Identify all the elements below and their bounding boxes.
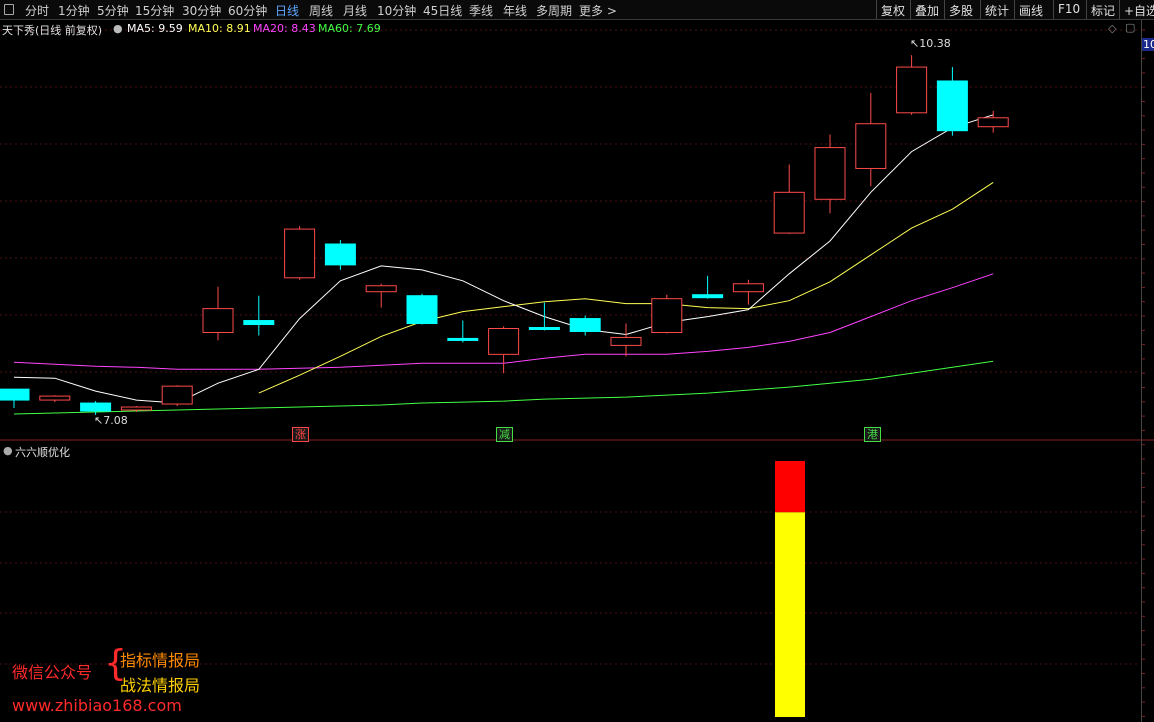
event-tag-zhang[interactable]: 涨 — [292, 427, 309, 442]
candle-body-10 — [406, 295, 438, 325]
candle-body-21 — [855, 123, 887, 169]
candle-body-19 — [773, 191, 805, 234]
candle-body-6 — [243, 320, 275, 326]
candle-body-22 — [896, 66, 928, 114]
event-tag-gang[interactable]: 港 — [864, 427, 881, 442]
candle-body-7 — [284, 228, 316, 279]
candle-body-15 — [610, 336, 642, 346]
indicator-bar-red — [775, 461, 805, 513]
watermark-line2: 指标情报局 — [120, 651, 201, 670]
candle-body-9 — [365, 285, 397, 293]
candle-body-17 — [692, 294, 724, 299]
indicator-title: 六六顺优化 — [15, 446, 70, 459]
chart-canvas[interactable] — [0, 0, 1154, 722]
event-tag-jian[interactable]: 减 — [496, 427, 513, 442]
ma5-label: MA5: 9.59 — [127, 22, 183, 35]
candle-body-4 — [161, 385, 193, 405]
candle-body-23 — [936, 80, 968, 132]
candle-body-5 — [202, 308, 234, 333]
candle-body-1 — [39, 395, 71, 401]
indicator-bar-yellow — [775, 512, 805, 717]
watermark-wechat: 微信公众号 — [12, 663, 93, 682]
candle-body-13 — [528, 327, 560, 331]
ma10-label: MA10: 8.91 — [188, 22, 251, 35]
low-price-label: ↖7.08 — [94, 414, 128, 427]
candle-body-3 — [120, 406, 152, 411]
candle-body-11 — [447, 337, 479, 341]
watermark-url[interactable]: www.zhibiao168.com — [12, 696, 182, 715]
ma20-label: MA20: 8.43 — [253, 22, 316, 35]
candle-body-18 — [732, 283, 764, 293]
sub-panel-toggle-icon[interactable]: ● — [3, 444, 13, 457]
stock-title: 天下秀(日线 前复权) — [2, 24, 103, 37]
right-price-axis — [1141, 20, 1154, 722]
candle-body-16 — [651, 298, 683, 333]
watermark-line3: 战法情报局 — [120, 676, 201, 695]
candle-body-20 — [814, 147, 846, 200]
ma60-label: MA60: 7.69 — [318, 22, 381, 35]
candle-body-0 — [0, 388, 30, 401]
candle-body-14 — [569, 318, 601, 332]
candle-body-2 — [80, 402, 112, 412]
window-icon[interactable]: ▢ — [1125, 21, 1135, 34]
diamond-icon[interactable]: ◇ — [1108, 22, 1116, 35]
ma-toggle-icon[interactable]: ● — [113, 22, 123, 35]
high-price-label: ↖10.38 — [910, 37, 951, 50]
candle-body-12 — [488, 327, 520, 355]
candle-body-8 — [324, 243, 356, 266]
candle-body-24 — [977, 117, 1009, 128]
